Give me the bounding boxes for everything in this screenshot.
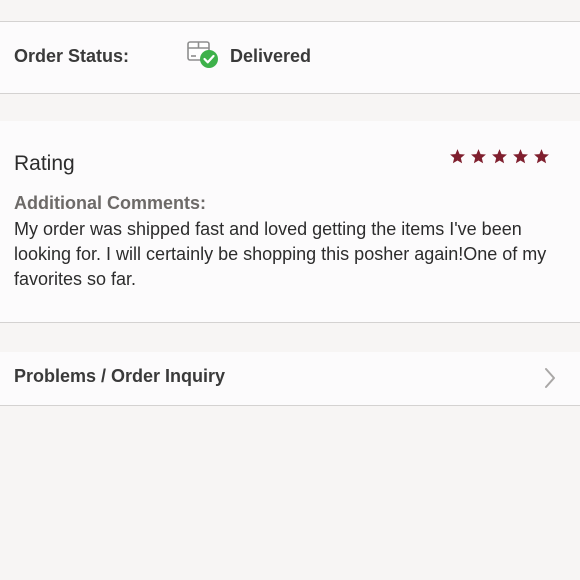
order-inquiry-label: Problems / Order Inquiry bbox=[14, 366, 226, 386]
star-icon bbox=[534, 149, 549, 164]
star-icon bbox=[513, 149, 528, 164]
chevron-right-icon bbox=[543, 366, 557, 390]
rating-title: Rating bbox=[14, 152, 75, 175]
divider bbox=[0, 93, 580, 94]
star-icon bbox=[450, 149, 465, 164]
star-icon bbox=[471, 149, 486, 164]
divider bbox=[0, 322, 580, 323]
rating-section: Rating Additional Comments: My order was… bbox=[0, 121, 580, 322]
order-inquiry-row[interactable]: Problems / Order Inquiry bbox=[0, 352, 580, 405]
order-status-value: Delivered bbox=[230, 46, 312, 66]
order-status-label: Order Status: bbox=[14, 46, 130, 66]
order-details-page: Order Status: Delivered Rating Additiona… bbox=[0, 0, 580, 580]
box-check-icon bbox=[186, 40, 220, 70]
additional-comments-label: Additional Comments: bbox=[14, 193, 206, 213]
divider bbox=[0, 405, 580, 406]
additional-comments-text: My order was shipped fast and loved gett… bbox=[14, 219, 547, 289]
order-status-row: Order Status: Delivered bbox=[0, 22, 580, 93]
star-rating bbox=[449, 148, 550, 165]
star-icon bbox=[492, 149, 507, 164]
